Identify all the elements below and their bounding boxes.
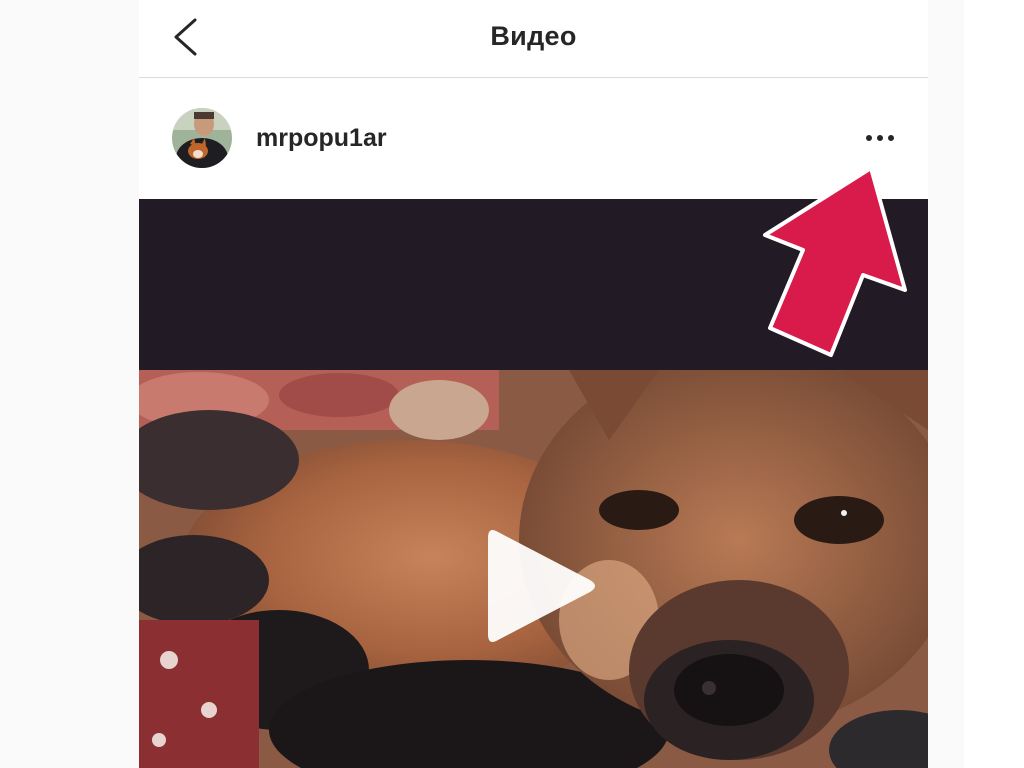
post-column: Видео mrpopu1ar bbox=[139, 0, 928, 768]
top-navigation-bar: Видео bbox=[139, 0, 928, 78]
more-horizontal-icon bbox=[866, 135, 894, 141]
play-icon bbox=[488, 530, 595, 642]
avatar[interactable] bbox=[172, 108, 232, 168]
play-button[interactable] bbox=[474, 520, 604, 652]
post-header: mrpopu1ar bbox=[139, 78, 928, 199]
video-media[interactable] bbox=[139, 199, 928, 768]
page: Видео mrpopu1ar bbox=[0, 0, 1024, 768]
more-options-button[interactable] bbox=[852, 122, 908, 154]
right-gutter bbox=[964, 0, 1024, 768]
post-username[interactable]: mrpopu1ar bbox=[256, 116, 387, 160]
page-title: Видео bbox=[490, 21, 577, 51]
